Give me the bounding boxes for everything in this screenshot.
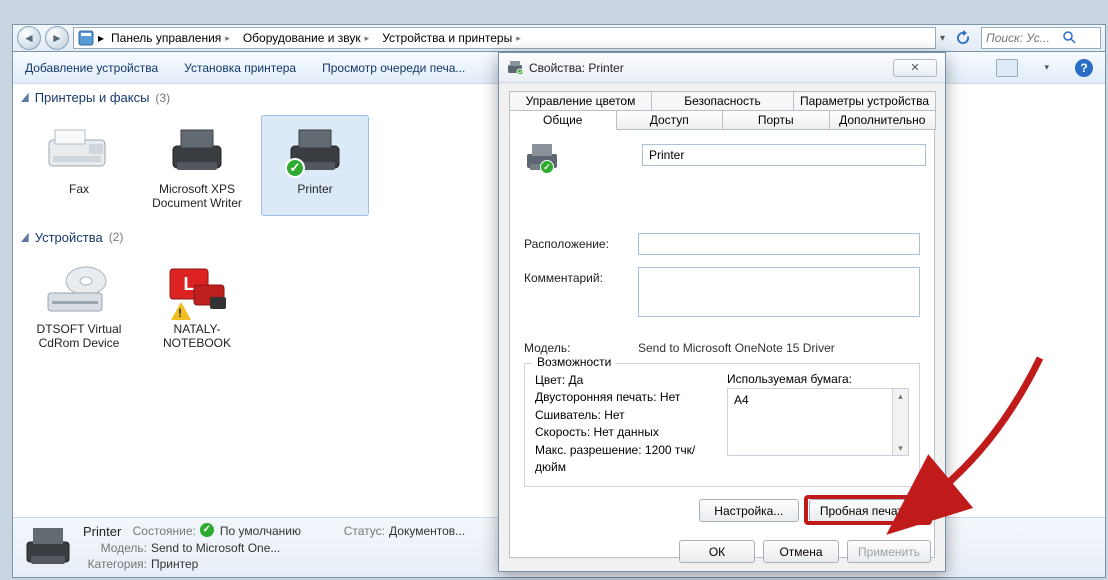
nav-back-button[interactable]: ◄	[17, 26, 41, 50]
group-devices-count: (2)	[109, 230, 124, 244]
refresh-button[interactable]	[952, 27, 974, 49]
search-box[interactable]	[981, 27, 1101, 49]
cap-color: Цвет: Да	[535, 372, 717, 389]
tab-device-settings[interactable]: Параметры устройства	[793, 91, 936, 111]
device-printer[interactable]: ✓ Printer	[261, 115, 369, 216]
tab-strip: Управление цветом Безопасность Параметры…	[509, 91, 935, 558]
cap-speed: Скорость: Нет данных	[535, 424, 717, 441]
default-check-icon: ✓	[285, 158, 305, 178]
control-panel-icon	[77, 29, 95, 47]
tab-advanced[interactable]: Дополнительно	[829, 110, 937, 130]
collapse-icon: ◢	[21, 91, 29, 104]
help-button[interactable]: ?	[1075, 59, 1093, 77]
tab-color-management[interactable]: Управление цветом	[509, 91, 652, 111]
label-location: Расположение:	[524, 233, 638, 251]
location-input[interactable]	[638, 233, 920, 255]
comment-textarea[interactable]	[638, 267, 920, 317]
details-name: Printer	[83, 523, 121, 541]
paper-list[interactable]: A4 ▴▾	[727, 388, 909, 456]
group-printers-title: Принтеры и факсы	[35, 90, 150, 105]
breadcrumb[interactable]: ▸ Панель управления▸ Оборудование и звук…	[73, 27, 936, 49]
cancel-button[interactable]: Отмена	[763, 540, 839, 563]
capabilities-legend: Возможности	[533, 355, 615, 369]
test-print-button[interactable]: Пробная печать	[809, 499, 920, 522]
tab-ports[interactable]: Порты	[722, 110, 830, 130]
scrollbar[interactable]: ▴▾	[892, 389, 908, 455]
crumb-hardware[interactable]: Оборудование и звук▸	[236, 31, 375, 45]
printer-properties-dialog: Свойства: Printer ✕ Управление цветом Бе…	[498, 52, 946, 572]
label-comment: Комментарий:	[524, 267, 638, 285]
dialog-titlebar[interactable]: Свойства: Printer ✕	[499, 53, 945, 83]
model-value: Send to Microsoft OneNote 15 Driver	[638, 341, 835, 355]
search-icon	[1062, 30, 1076, 47]
tab-security[interactable]: Безопасность	[651, 91, 794, 111]
paper-label: Используемая бумага:	[727, 372, 909, 386]
apply-button[interactable]: Применить	[847, 540, 931, 563]
device-fax[interactable]: Fax	[25, 115, 133, 216]
view-options-button[interactable]	[996, 59, 1018, 77]
ok-button[interactable]: ОК	[679, 540, 755, 563]
capabilities-group: Возможности Цвет: Да Двусторонняя печать…	[524, 363, 920, 487]
crumb-control-panel[interactable]: Панель управления▸	[104, 31, 236, 45]
printer-icon	[507, 60, 523, 76]
group-devices-title: Устройства	[35, 230, 103, 245]
cmd-view-queue[interactable]: Просмотр очереди печа...	[322, 61, 465, 75]
address-bar: ◄ ► ▸ Панель управления▸ Оборудование и …	[12, 24, 1106, 52]
tab-page-general: ✓ Расположение: Комментарий: Модель: Sen…	[509, 130, 935, 558]
paper-item-a4: A4	[734, 393, 749, 451]
group-printers-count: (3)	[155, 91, 170, 105]
collapse-icon: ◢	[21, 231, 29, 244]
printer-large-icon: ✓	[524, 142, 560, 177]
cap-stapler: Сшиватель: Нет	[535, 407, 717, 424]
cmd-install-printer[interactable]: Установка принтера	[184, 61, 296, 75]
nav-forward-button[interactable]: ►	[45, 26, 69, 50]
label-model: Модель:	[524, 341, 638, 355]
dialog-close-button[interactable]: ✕	[893, 59, 937, 77]
tab-sharing[interactable]: Доступ	[616, 110, 724, 130]
device-xps-writer[interactable]: Microsoft XPS Document Writer	[143, 115, 251, 216]
warning-icon	[171, 302, 191, 320]
search-input[interactable]	[982, 31, 1062, 45]
svg-text:L: L	[184, 274, 195, 294]
details-printer-icon	[23, 526, 73, 570]
cap-duplex: Двусторонняя печать: Нет	[535, 389, 717, 406]
settings-button[interactable]: Настройка...	[699, 499, 799, 522]
cmd-add-device[interactable]: Добавление устройства	[25, 61, 158, 75]
printer-name-input[interactable]	[642, 144, 926, 166]
tab-general[interactable]: Общие	[509, 110, 617, 130]
device-notebook[interactable]: L NATALY-NOTEBOOK	[143, 255, 251, 356]
cap-maxres: Макс. разрешение: 1200 тчк/дюйм	[535, 442, 717, 477]
device-cdrom[interactable]: DTSOFT Virtual CdRom Device	[25, 255, 133, 356]
crumb-devices[interactable]: Устройства и принтеры▸	[375, 31, 527, 45]
dialog-title: Свойства: Printer	[529, 61, 893, 75]
